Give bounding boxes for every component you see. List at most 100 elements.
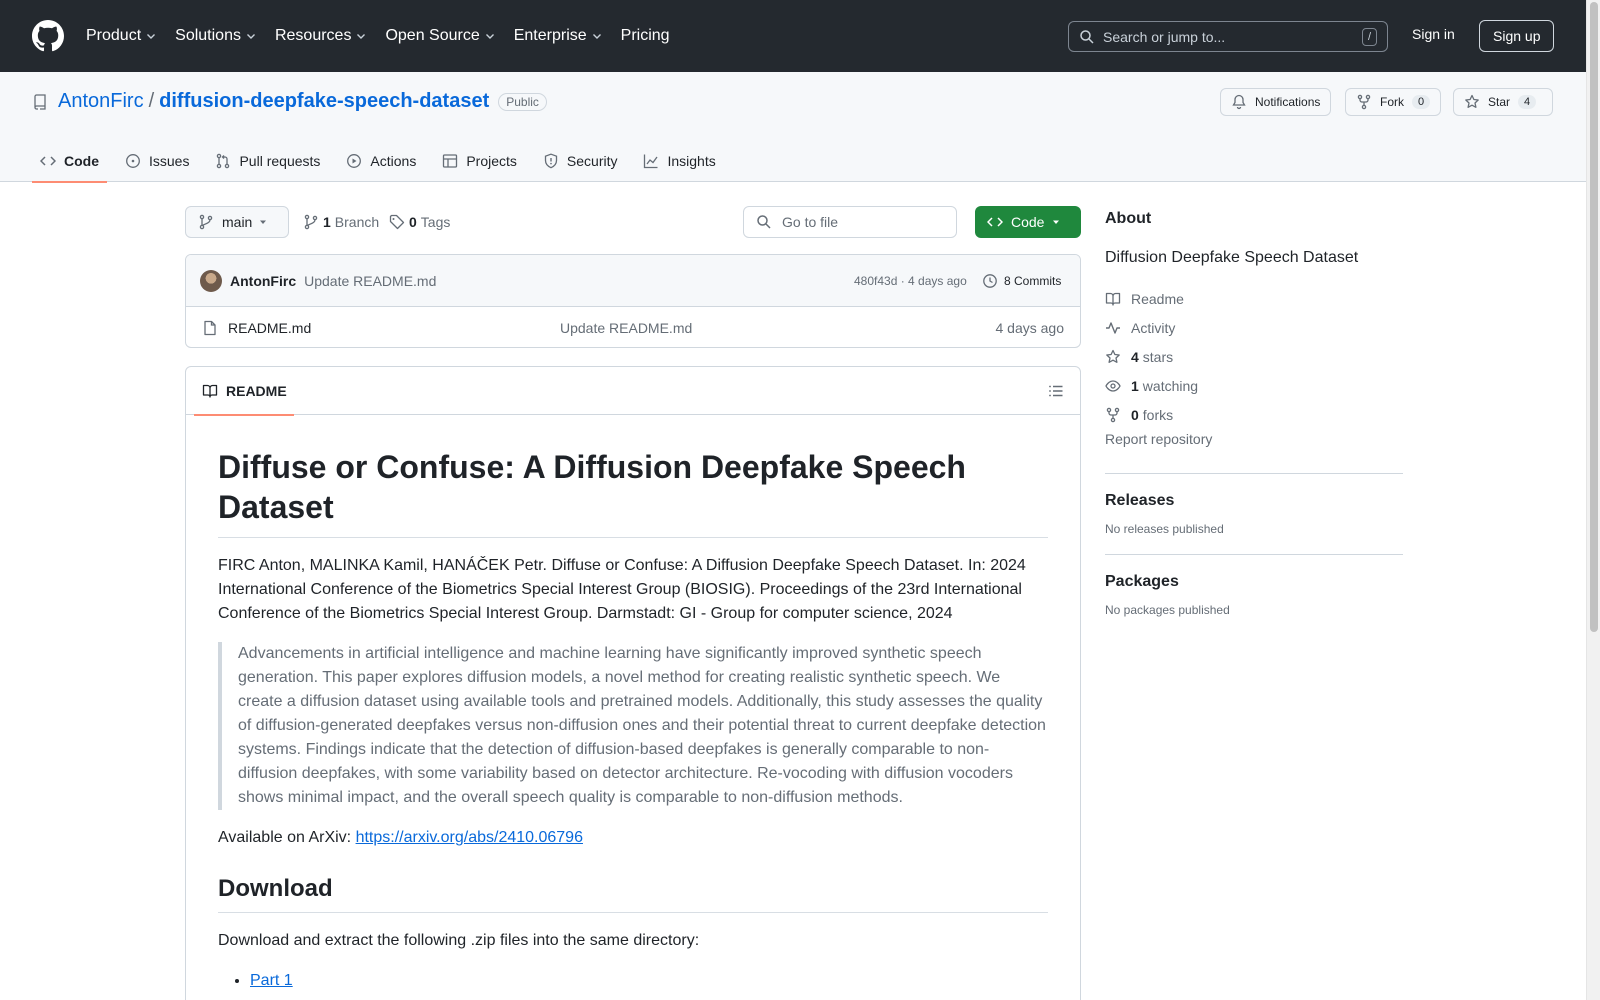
nav-solutions[interactable]: Solutions — [175, 27, 257, 45]
chevron-down-icon — [592, 34, 601, 39]
search-input[interactable]: Search or jump to... / — [1068, 21, 1388, 52]
tab-label: Projects — [466, 153, 517, 169]
tab-label: Issues — [149, 153, 190, 169]
code-button-label: Code — [1011, 214, 1045, 230]
watching-link[interactable]: 1 watching — [1105, 371, 1403, 400]
code-icon — [40, 156, 56, 166]
chevron-down-icon — [357, 34, 366, 39]
tab-pull-requests[interactable]: Pull requests — [207, 140, 328, 182]
readme-link[interactable]: Readme — [1105, 284, 1403, 313]
star-icon — [1465, 94, 1479, 108]
tab-code[interactable]: Code — [32, 140, 107, 183]
nav-open-source[interactable]: Open Source — [385, 27, 495, 45]
download-part-1-link[interactable]: Part 1 — [250, 972, 293, 989]
readme-arxiv-line: Available on ArXiv: https://arxiv.org/ab… — [218, 826, 1048, 850]
graph-icon — [644, 154, 659, 169]
readme-tab[interactable]: README — [194, 367, 294, 416]
visibility-badge: Public — [498, 92, 547, 111]
bell-icon — [1232, 94, 1246, 110]
stars-count: 4 — [1131, 348, 1139, 365]
go-to-file-input[interactable]: Go to file — [743, 206, 957, 238]
tab-projects[interactable]: Projects — [434, 140, 525, 182]
repo-icon — [34, 93, 46, 110]
sign-up-button[interactable]: Sign up — [1479, 20, 1555, 52]
tab-label: Pull requests — [239, 153, 321, 169]
history-icon — [983, 273, 997, 288]
tag-count: 0 — [409, 214, 417, 230]
pull-request-icon — [217, 153, 230, 169]
code-icon — [987, 217, 1003, 227]
sign-in-link[interactable]: Sign in — [1412, 26, 1455, 42]
book-icon — [202, 384, 218, 398]
list-item: Part 1 — [250, 969, 1048, 993]
fork-count: 0 — [1412, 95, 1431, 109]
issue-icon — [126, 154, 140, 168]
download-list: Part 1 — [218, 969, 1048, 993]
search-icon — [1080, 29, 1094, 44]
forks-label: forks — [1142, 406, 1174, 423]
repo-tabs: Code Issues Pull requests Actions Projec… — [32, 140, 734, 183]
branch-name: main — [222, 214, 253, 230]
branch-select[interactable]: main — [185, 206, 289, 238]
file-row: README.md Update README.md 4 days ago — [186, 307, 1080, 347]
scrollbar-thumb[interactable] — [1590, 2, 1598, 632]
branch-icon — [199, 214, 213, 230]
nav-pricing[interactable]: Pricing — [621, 27, 670, 45]
arxiv-link[interactable]: https://arxiv.org/abs/2410.06796 — [356, 829, 583, 846]
stars-link[interactable]: 4 stars — [1105, 342, 1403, 371]
readme-citation: FIRC Anton, MALINKA Kamil, HANÁČEK Petr.… — [218, 557, 1026, 622]
packages-heading[interactable]: Packages — [1105, 573, 1403, 591]
packages-empty-text: No packages published — [1105, 603, 1230, 617]
commit-hash-link[interactable]: 480f43d · 4 days ago — [854, 274, 967, 288]
search-shortcut-badge: / — [1361, 27, 1377, 46]
watching-label: watching — [1142, 377, 1199, 394]
notifications-button[interactable]: Notifications — [1220, 88, 1332, 116]
watching-count: 1 — [1131, 377, 1139, 394]
tab-security[interactable]: Security — [535, 140, 626, 182]
nav-product[interactable]: Product — [86, 27, 157, 45]
nav-resources[interactable]: Resources — [275, 27, 367, 45]
branch-icon — [304, 214, 318, 230]
commit-message-link[interactable]: Update README.md — [304, 273, 436, 289]
divider — [1105, 554, 1403, 555]
readme-link-label: Readme — [1131, 290, 1184, 307]
star-label: Star — [1488, 95, 1511, 109]
fork-button[interactable]: Fork 0 — [1345, 88, 1442, 116]
search-placeholder: Search or jump to... — [1103, 28, 1226, 45]
forks-link[interactable]: 0 forks — [1105, 400, 1403, 429]
report-repository-link[interactable]: Report repository — [1105, 431, 1403, 455]
page-scrollbar[interactable] — [1586, 0, 1600, 1000]
commit-author-link[interactable]: AntonFirc — [230, 273, 296, 289]
file-name-link[interactable]: README.md — [228, 320, 311, 336]
code-dropdown-button[interactable]: Code — [975, 206, 1081, 238]
shield-icon — [544, 153, 558, 169]
star-button[interactable]: Star 4 — [1453, 88, 1553, 116]
play-icon — [347, 154, 362, 168]
arxiv-prefix: Available on ArXiv: — [218, 829, 356, 846]
file-icon — [204, 320, 216, 335]
branches-link[interactable]: 1 Branch — [303, 214, 379, 230]
download-text: Download and extract the following .zip … — [218, 932, 700, 949]
repo-header: AntonFirc / diffusion-deepfake-speech-da… — [0, 72, 1586, 183]
commits-history-link[interactable]: 8 Commits — [982, 273, 1061, 289]
fork-icon — [1106, 407, 1120, 422]
repo-owner-link[interactable]: AntonFirc — [58, 90, 144, 113]
releases-heading[interactable]: Releases — [1105, 492, 1403, 510]
avatar[interactable] — [200, 269, 222, 292]
readme-panel: README Diffuse or Confuse: A Diffusion D… — [185, 366, 1081, 1000]
tab-actions[interactable]: Actions — [338, 140, 424, 182]
activity-link[interactable]: Activity — [1105, 313, 1403, 342]
file-commit-message-link[interactable]: Update README.md — [560, 320, 692, 336]
github-logo-icon[interactable] — [32, 20, 64, 52]
tags-link[interactable]: 0 Tags — [389, 214, 450, 230]
commits-label: 8 Commits — [1004, 273, 1062, 288]
latest-commit-row: AntonFirc Update README.md 480f43d · 4 d… — [186, 255, 1080, 307]
list-icon[interactable] — [1048, 383, 1064, 399]
repo-name-link[interactable]: diffusion-deepfake-speech-dataset — [159, 90, 489, 113]
nav-enterprise[interactable]: Enterprise — [514, 27, 603, 45]
tab-insights[interactable]: Insights — [635, 140, 723, 182]
top-nav: Product Solutions Resources Open Source … — [86, 27, 688, 45]
tag-icon — [389, 214, 405, 230]
tab-issues[interactable]: Issues — [117, 140, 197, 182]
go-to-file-placeholder: Go to file — [782, 214, 839, 230]
